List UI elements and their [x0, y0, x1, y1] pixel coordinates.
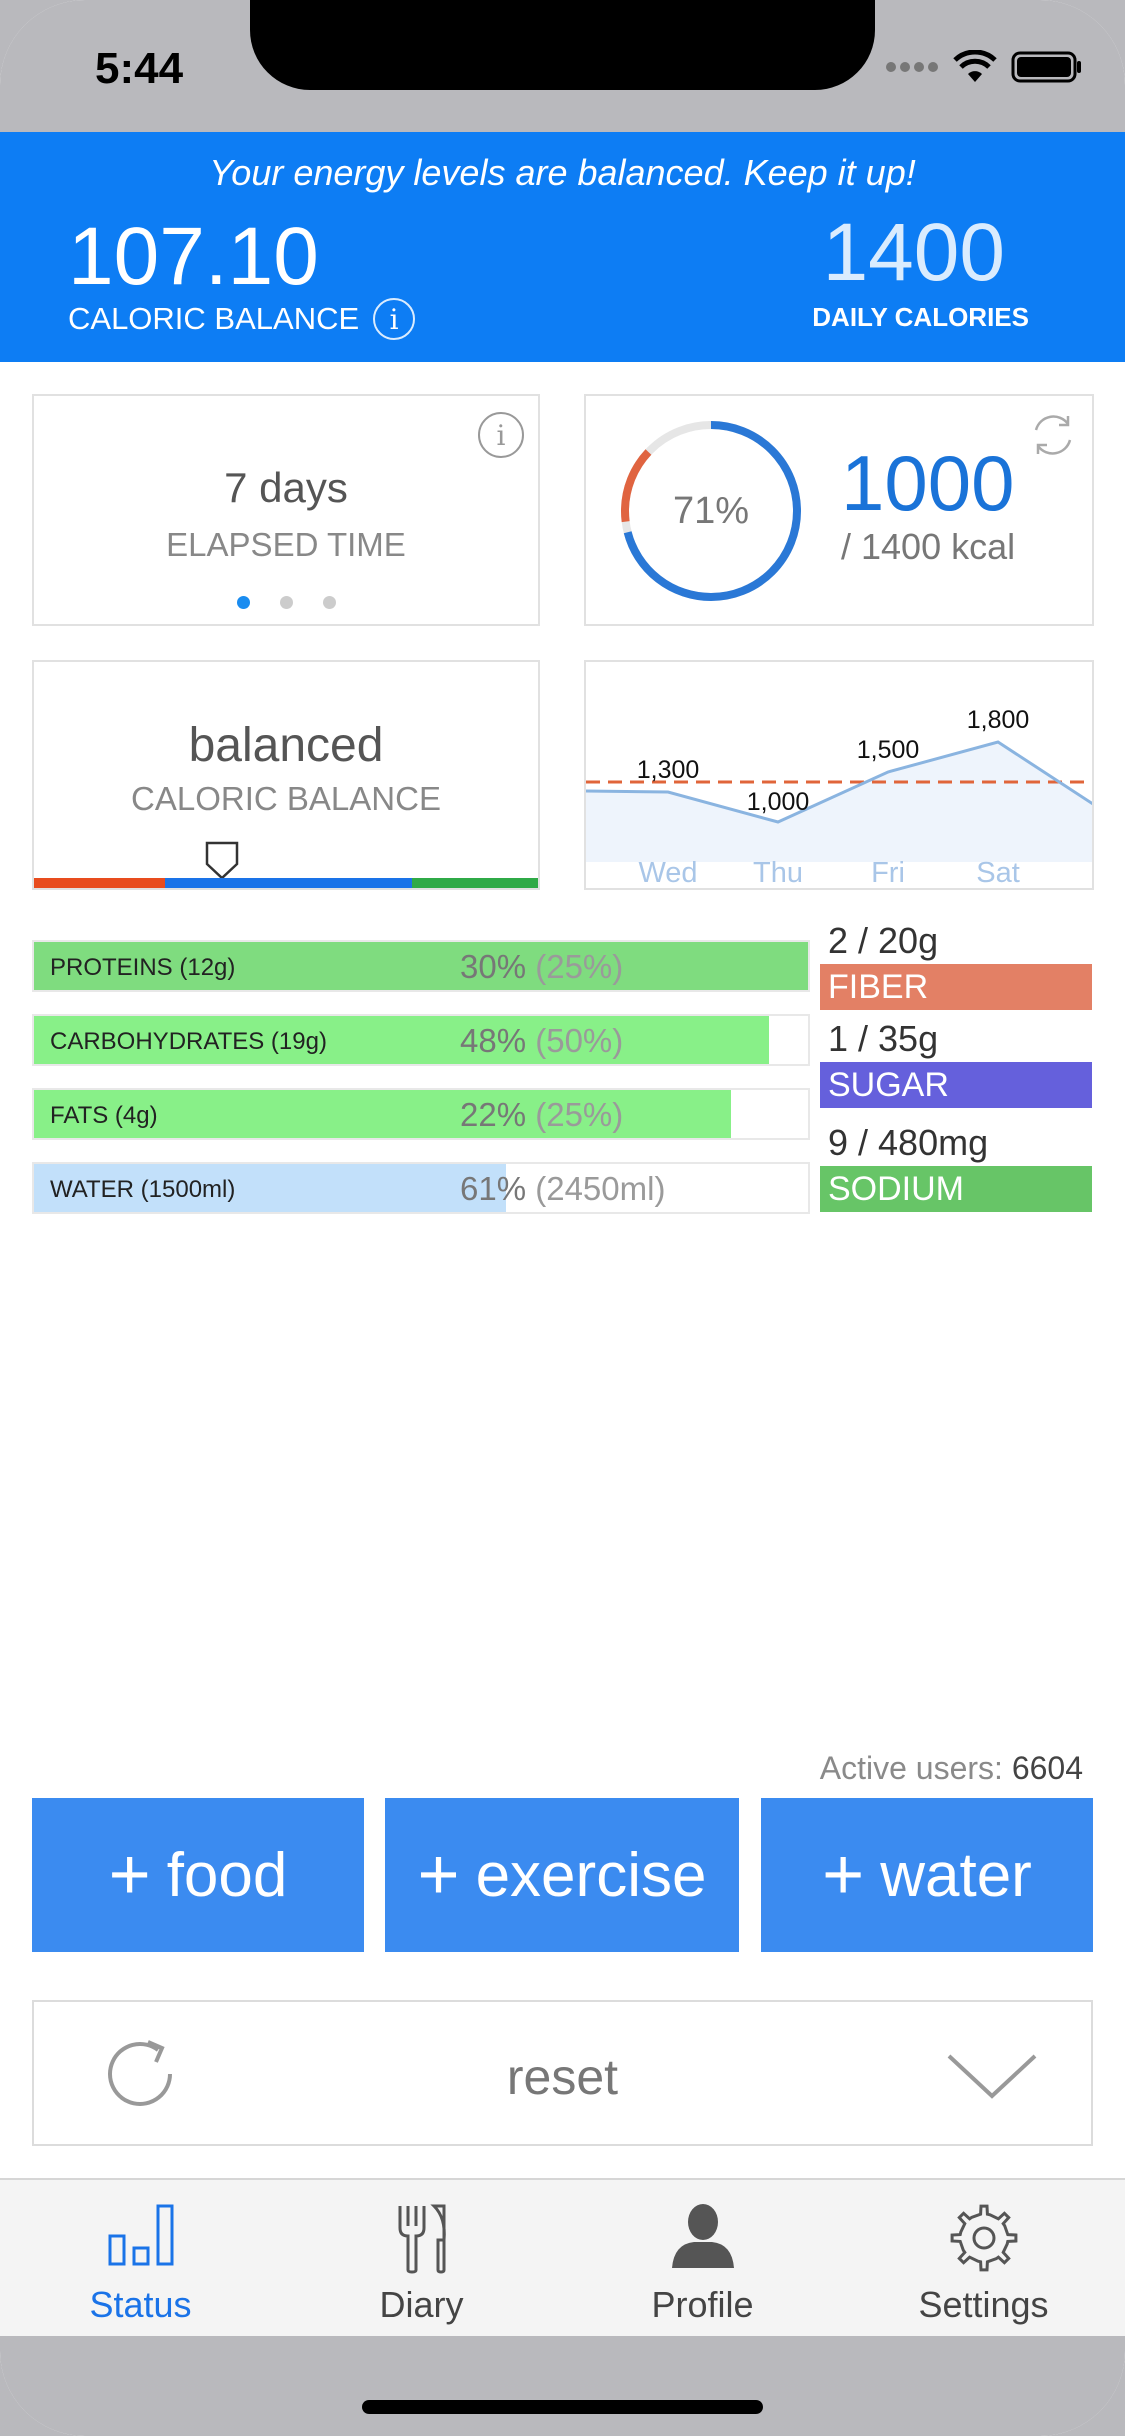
calorie-intake-card[interactable]: 71% 1000 / 1400 kcal	[584, 394, 1094, 626]
balance-marker-icon	[205, 841, 239, 880]
chart-tick-label: Fri	[871, 857, 905, 889]
daily-calories-value: 1400	[822, 207, 1005, 298]
refresh-icon[interactable]	[1028, 410, 1078, 460]
intake-percent: 71%	[672, 489, 750, 532]
tab-diary[interactable]: Diary	[281, 2180, 562, 2338]
status-icons	[885, 50, 1083, 84]
tab-label: Settings	[918, 2284, 1049, 2325]
info-icon[interactable]: i	[373, 298, 416, 340]
plus-icon: +	[417, 1835, 460, 1915]
add-food-label: food	[166, 1840, 288, 1910]
tab-settings[interactable]: Settings	[843, 2180, 1124, 2338]
gear-icon	[950, 2204, 1017, 2272]
mineral-amount: 9 / 480mg	[828, 1122, 989, 1163]
macro-value: 48% (50%)	[460, 1022, 624, 1059]
signal-icon	[886, 62, 938, 72]
elapsed-time-value: 7 days	[224, 464, 348, 511]
macro-value: 30% (25%)	[460, 948, 624, 985]
chart-tick-label: Thu	[753, 857, 803, 889]
macro-bar-proteins[interactable]: PROTEINS (12g) 30% (25%)	[32, 940, 810, 992]
mineral-label: FIBER	[820, 964, 1092, 1010]
chart-data-label: 1,500	[857, 736, 920, 764]
weekly-calories-chart[interactable]: 1,300 1,000 1,500 1,800 Wed Thu Fri Sat	[584, 660, 1094, 890]
active-users-label: Active users:	[819, 1750, 1003, 1786]
info-icon[interactable]: i	[478, 412, 524, 458]
tab-bar: Status Diary Profile Settings	[0, 2178, 1125, 2336]
active-users-count: 6604	[1011, 1750, 1083, 1786]
active-users: Active users: 6604	[820, 1750, 1083, 1787]
page-indicator[interactable]	[34, 596, 538, 609]
page-dot[interactable]	[236, 596, 250, 609]
macro-value: 61% (2450ml)	[460, 1170, 666, 1207]
plus-icon: +	[822, 1835, 865, 1915]
reset-label: reset	[506, 2049, 619, 2105]
tab-status[interactable]: Status	[0, 2180, 281, 2338]
line-chart: 1,300 1,000 1,500 1,800 Wed Thu Fri Sat	[586, 706, 1092, 889]
status-time: 5:44	[95, 44, 184, 93]
balance-status-value: balanced	[188, 719, 384, 772]
page-dot[interactable]	[279, 596, 293, 609]
caloric-balance-label: CALORIC BALANCE i	[68, 298, 416, 340]
tab-label: Diary	[379, 2284, 464, 2325]
add-exercise-label: exercise	[475, 1840, 707, 1910]
tab-profile[interactable]: Profile	[562, 2180, 843, 2338]
chart-data-label: 1,000	[747, 788, 810, 816]
status-message: Your energy levels are balanced. Keep it…	[209, 152, 916, 193]
elapsed-time-label: ELAPSED TIME	[166, 526, 406, 563]
plus-icon: +	[108, 1835, 151, 1915]
mineral-label: SUGAR	[820, 1062, 1092, 1108]
caloric-balance-label-text: CALORIC BALANCE	[68, 301, 360, 336]
mineral-amount: 1 / 35g	[828, 1018, 939, 1059]
add-water-button[interactable]: + water	[761, 1798, 1093, 1952]
page-dot[interactable]	[322, 596, 336, 609]
balance-status-card[interactable]: balanced CALORIC BALANCE	[32, 660, 540, 890]
battery-icon	[1011, 51, 1081, 83]
macro-name: CARBOHYDRATES (19g)	[50, 1028, 327, 1055]
mineral-amount: 2 / 20g	[828, 920, 939, 961]
macro-value: 22% (25%)	[460, 1096, 624, 1133]
macro-name: PROTEINS (12g)	[50, 954, 236, 981]
consumed-calories: 1000	[841, 439, 1015, 527]
balance-header: Your energy levels are balanced. Keep it…	[0, 132, 1125, 362]
caloric-balance-value: 107.10	[68, 211, 319, 302]
chart-tick-label: Wed	[638, 857, 697, 889]
home-indicator[interactable]	[362, 2400, 763, 2414]
reset-button[interactable]: reset	[32, 2000, 1093, 2146]
add-food-button[interactable]: + food	[32, 1798, 364, 1952]
chart-data-label: 1,300	[637, 756, 700, 784]
status-bar: 5:44	[0, 0, 1125, 132]
scale-deficit-segment	[34, 878, 166, 888]
macro-bar-water[interactable]: WATER (1500ml) 61% (2450ml)	[32, 1162, 810, 1214]
elapsed-time-card[interactable]: i 7 days ELAPSED TIME	[32, 394, 540, 626]
balance-status-label: CALORIC BALANCE	[131, 780, 441, 817]
fork-knife-icon	[398, 2204, 446, 2274]
calorie-goal: / 1400 kcal	[841, 526, 1016, 567]
chevron-down-icon[interactable]	[945, 2052, 1039, 2102]
scale-balanced-segment	[165, 878, 412, 888]
wifi-icon	[953, 50, 997, 82]
app-screen: 5:44 Your energy levels are balanced. Ke…	[0, 0, 1125, 2436]
chart-data-label: 1,800	[967, 706, 1030, 734]
scale-surplus-segment	[411, 878, 538, 888]
mineral-label: SODIUM	[820, 1166, 1092, 1212]
notch	[250, 0, 875, 90]
tab-label: Status	[89, 2284, 192, 2325]
macro-bar-fats[interactable]: FATS (4g) 22% (25%)	[32, 1088, 810, 1140]
macro-name: WATER (1500ml)	[50, 1176, 236, 1203]
daily-calories-label: DAILY CALORIES	[812, 302, 1029, 332]
macro-bar-carbohydrates[interactable]: CARBOHYDRATES (19g) 48% (50%)	[32, 1014, 810, 1066]
add-water-label: water	[880, 1840, 1032, 1910]
chart-tick-label: Sat	[976, 857, 1020, 889]
macro-name: FATS (4g)	[50, 1102, 158, 1129]
home-area	[0, 2336, 1125, 2436]
balance-scale	[34, 878, 538, 888]
person-icon	[671, 2204, 734, 2268]
bar-chart-icon	[108, 2204, 173, 2266]
tab-label: Profile	[651, 2284, 754, 2325]
add-exercise-button[interactable]: + exercise	[385, 1798, 739, 1952]
